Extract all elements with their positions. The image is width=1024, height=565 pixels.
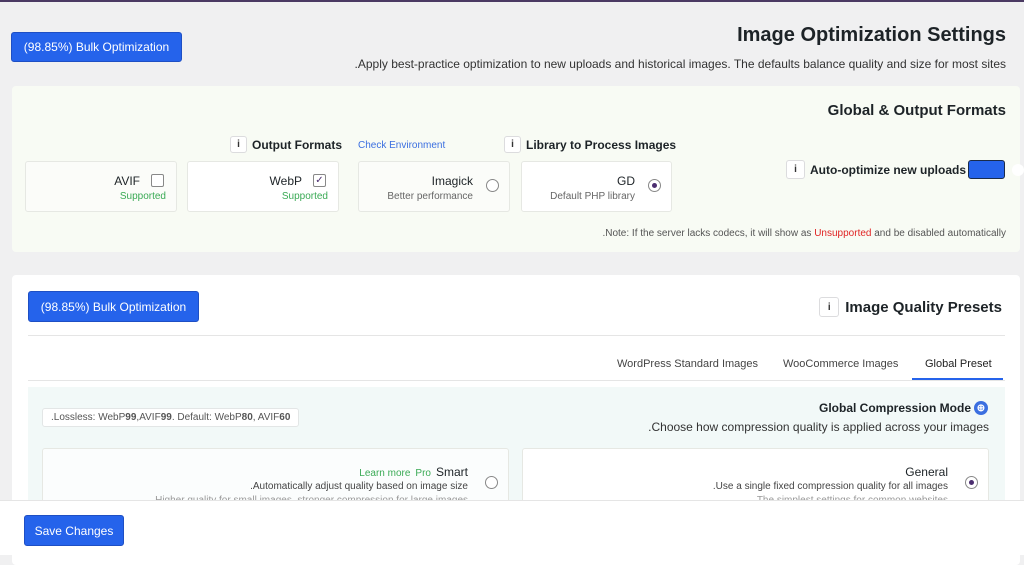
gd-radio[interactable]	[648, 179, 661, 192]
output-formats-label: i Output Formats	[230, 136, 342, 153]
webp-checkbox[interactable]: ✓	[313, 174, 326, 187]
library-desc: Better performance	[387, 191, 473, 202]
mode-title-text: Global Compression Mode	[818, 401, 971, 415]
note-part: .Lossless: WebP	[51, 412, 126, 423]
smart-radio[interactable]	[485, 476, 498, 489]
save-changes-button[interactable]: Save Changes	[24, 515, 124, 546]
avif-checkbox[interactable]	[151, 174, 164, 187]
compression-mode-subtitle: .Choose how compression quality is appli…	[648, 420, 989, 434]
info-icon[interactable]: i	[504, 136, 521, 153]
library-label: i Library to Process Images	[504, 136, 676, 153]
tabs-divider	[28, 380, 1005, 381]
smart-desc: .Automatically adjust quality based on i…	[250, 481, 468, 492]
general-radio[interactable]	[965, 476, 978, 489]
smart-title-row: Learn more Pro Smart	[359, 465, 468, 479]
toggle-knob[interactable]	[1012, 164, 1024, 176]
note-text: and be disabled automatically	[871, 228, 1006, 239]
compression-mode-title: Global Compression Mode ⊕	[819, 401, 988, 415]
output-formats-text: Output Formats	[252, 137, 342, 152]
page-title: Image Optimization Settings	[737, 24, 1006, 46]
active-tab-indicator	[912, 378, 1003, 380]
info-icon[interactable]: i	[230, 136, 247, 153]
divider	[28, 335, 1005, 336]
note-text: .Note: If the server lacks codecs, it wi…	[602, 228, 815, 239]
check-environment-link[interactable]: Check Environment	[358, 140, 445, 151]
note-part: 99	[160, 412, 172, 423]
library-card-imagick[interactable]: Imagick Better performance	[358, 161, 510, 212]
tab-global-preset[interactable]: Global Preset	[925, 358, 992, 370]
format-status: Supported	[119, 191, 166, 202]
note-part: 80	[241, 412, 253, 423]
auto-optimize-row: i Auto-optimize new uploads	[786, 160, 966, 179]
note-part: 99	[125, 412, 137, 423]
lossless-note: .Lossless: WebP 99 ,AVIF 99. Default: Web…	[42, 408, 300, 427]
learn-more-link[interactable]: Learn more	[359, 468, 410, 479]
mode-card-general[interactable]: General .Use a single fixed compression …	[522, 448, 989, 508]
codec-note: .Note: If the server lacks codecs, it wi…	[602, 228, 1006, 239]
unsupported-label: Unsupported	[814, 228, 872, 239]
library-name: Imagick	[431, 174, 473, 188]
auto-optimize-label: Auto-optimize new uploads	[810, 162, 966, 177]
footer-bar	[0, 500, 1024, 555]
global-section-title: Global & Output Formats	[827, 102, 1006, 119]
library-card-gd[interactable]: GD Default PHP library	[521, 161, 672, 212]
format-card-avif[interactable]: AVIF Supported	[25, 161, 177, 212]
page-subtitle: .Apply best-practice optimization to new…	[354, 57, 1006, 71]
tab-woocommerce[interactable]: WooCommerce Images	[783, 358, 898, 370]
format-name: WebP	[269, 174, 302, 188]
info-icon[interactable]: i	[819, 297, 840, 317]
general-title: General	[905, 465, 948, 479]
imagick-radio[interactable]	[486, 179, 499, 192]
mode-card-smart[interactable]: Learn more Pro Smart .Automatically adjust…	[42, 448, 509, 508]
note-part: , AVIF	[252, 412, 280, 423]
library-name: GD	[617, 174, 635, 188]
library-text: Library to Process Images	[526, 137, 677, 152]
format-name: AVIF	[114, 174, 140, 188]
format-card-webp[interactable]: WebP ✓ Supported	[187, 161, 339, 212]
smart-title: Smart	[435, 465, 468, 479]
note-part: . Default: WebP	[171, 412, 242, 423]
note-part: ,AVIF	[136, 412, 161, 423]
library-desc: Default PHP library	[550, 191, 635, 202]
top-border	[0, 0, 1024, 2]
bulk-optimization-button[interactable]: (98.85%) Bulk Optimization	[11, 32, 182, 62]
general-desc: .Use a single fixed compression quality …	[712, 481, 948, 492]
note-part: 60	[279, 412, 291, 423]
info-icon[interactable]: i	[786, 160, 805, 179]
format-status: Supported	[281, 191, 328, 202]
bulk-optimization-button-2[interactable]: (98.85%) Bulk Optimization	[28, 291, 199, 322]
globe-icon: ⊕	[974, 401, 988, 415]
tab-wordpress-standard[interactable]: WordPress Standard Images	[617, 358, 758, 370]
pro-badge: Pro	[415, 468, 431, 479]
presets-title-text: Image Quality Presets	[845, 298, 1002, 316]
auto-optimize-toggle[interactable]	[968, 160, 1005, 179]
presets-title: i Image Quality Presets	[819, 297, 1002, 317]
